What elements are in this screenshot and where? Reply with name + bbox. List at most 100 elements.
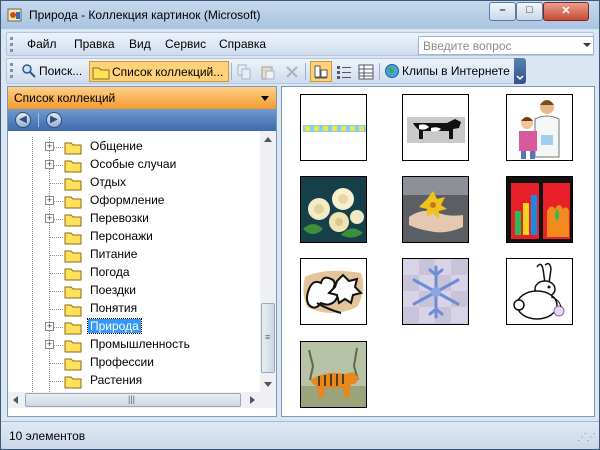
tree-item[interactable]: + Общение [8,138,258,156]
forward-button[interactable]: ▶ [46,112,62,128]
tree-guide-line [49,237,63,238]
ask-question-box[interactable]: Введите вопрос [418,36,594,55]
vertical-scroll-thumb[interactable]: ≡ [261,303,275,373]
menu-grip-handle[interactable] [10,37,13,52]
folder-icon [64,268,82,281]
toolbar-grip-handle[interactable] [10,63,13,78]
tree-item-label: Отдых [90,175,127,189]
clip-organizer-icon [7,8,22,22]
folder-icon [64,178,82,191]
delete-icon[interactable] [284,64,300,80]
paste-icon[interactable] [260,64,276,80]
clip-thumbnail-abstract-chart[interactable] [506,176,573,243]
tree-horizontal-scrollbar[interactable]: ||| [8,392,260,408]
scroll-left-arrow-icon[interactable] [13,396,18,404]
expand-icon[interactable]: + [45,141,54,151]
clip-thumbnail-rabbit[interactable] [506,258,573,325]
tree-item[interactable]: Растения [8,372,258,390]
folder-icon [64,142,82,155]
details-view-icon[interactable] [358,64,374,80]
tiger-clip-image [301,342,366,407]
grip-icon: ≡ [265,332,271,342]
tree-item[interactable]: Погода [8,264,258,282]
tree-item[interactable]: + Особые случаи [8,156,258,174]
maximize-icon: □ [526,4,533,16]
collections-pane-title: Список коллекций [14,91,116,105]
thumbnails-view-button[interactable] [310,61,332,82]
menu-edit[interactable]: Правка [74,37,115,51]
resize-grip-icon[interactable]: ⋰⋰ [577,432,596,443]
toolbar-options-button[interactable] [514,58,526,84]
expand-icon[interactable]: + [45,339,54,349]
expand-icon[interactable]: + [45,321,54,331]
menu-bar: Файл Правка Вид Сервис Справка Введите в… [6,32,594,56]
search-button-label: Поиск... [39,64,83,78]
menu-tools[interactable]: Сервис [165,37,206,51]
tree-item-label: Погода [90,265,130,279]
scroll-up-arrow-icon[interactable] [264,137,272,142]
snowflake-clip-image [403,259,468,324]
tree-item[interactable]: Понятия [8,300,258,318]
folder-icon [64,304,82,317]
back-arrow-icon: ◀ [19,114,27,125]
pane-navigation-bar: ◀ ▶ [8,109,276,131]
folder-icon [64,322,82,335]
expand-icon[interactable]: + [45,213,54,223]
folder-icon [64,286,82,299]
status-item-count: 10 элементов [9,429,86,443]
tree-item[interactable]: + Оформление [8,192,258,210]
collections-pane-header[interactable]: Список коллекций [8,87,276,109]
ask-question-placeholder: Введите вопрос [423,39,512,53]
tree-item[interactable]: + Перевозки [8,210,258,228]
scroll-down-arrow-icon[interactable] [264,382,272,387]
menu-help[interactable]: Справка [219,37,266,51]
clip-thumbnail-cow[interactable] [402,94,469,161]
leaves-clip-image [303,270,364,314]
minimize-button[interactable]: – [489,2,516,21]
tree-item[interactable]: + Промышленность [8,336,258,354]
tree-item[interactable]: Питание [8,246,258,264]
clip-thumbnail-snowflake[interactable] [402,258,469,325]
clips-online-button[interactable]: Клипы в Интернете [382,61,514,82]
chevron-down-icon[interactable] [583,43,591,47]
clip-thumbnail-hand-flower[interactable] [402,176,469,243]
menu-file[interactable]: Файл [27,37,57,51]
list-view-icon[interactable] [336,64,352,80]
search-button[interactable]: Поиск... [19,61,91,82]
clip-thumbnail-border[interactable] [300,94,367,161]
clip-thumbnail-roses[interactable] [300,176,367,243]
thumbnails-view-icon [314,65,328,79]
clip-thumbnail-leaves[interactable] [300,258,367,325]
back-button[interactable]: ◀ [15,112,31,128]
window-title: Природа - Коллекция картинок (Microsoft) [29,8,261,22]
minimize-icon: – [499,4,506,16]
folder-icon [64,376,82,389]
doctor-child-clip-image [519,100,560,159]
roses-clip-image [301,177,366,242]
tree-item[interactable]: Персонажи [8,228,258,246]
horizontal-scroll-thumb[interactable]: ||| [25,393,241,407]
tree-item[interactable]: Профессии [8,354,258,372]
tree-vertical-scrollbar[interactable]: ≡ [260,131,276,392]
clip-thumbnail-tiger[interactable] [300,341,367,408]
abstract-chart-clip-image [507,177,572,242]
collections-list-button[interactable]: Список коллекций... [89,61,229,82]
close-button[interactable]: ✕ [543,2,589,21]
maximize-button[interactable]: □ [516,2,543,21]
tree-item-selected[interactable]: + Природа [8,318,258,336]
tree-item-label: Природа [87,318,142,334]
expand-icon[interactable]: + [45,159,54,169]
tree-item[interactable]: Отдых [8,174,258,192]
menu-view[interactable]: Вид [129,37,151,51]
tree-guide-line [49,255,63,256]
grip-icon: ||| [128,394,136,404]
scroll-right-arrow-icon[interactable] [250,396,255,404]
clip-thumbnail-doctor-child[interactable] [506,94,573,161]
tree-item[interactable]: Поездки [8,282,258,300]
folder-icon [64,214,82,227]
clips-pane [281,86,595,417]
copy-icon[interactable] [236,64,252,80]
tree-item-label: Особые случаи [90,157,177,171]
chevron-down-icon[interactable] [261,96,269,101]
expand-icon[interactable]: + [45,195,54,205]
